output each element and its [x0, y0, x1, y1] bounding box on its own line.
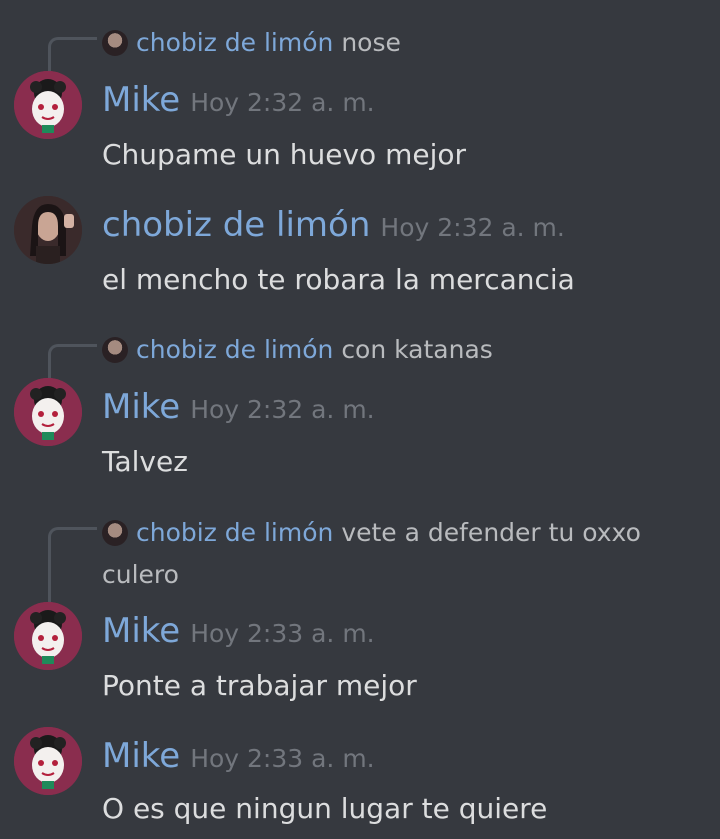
timestamp: Hoy 2:32 a. m. — [190, 395, 375, 424]
timestamp: Hoy 2:32 a. m. — [190, 88, 375, 117]
username[interactable]: Mike Hoy 2:32 a. m. — [102, 80, 375, 120]
username[interactable]: chobiz de limón Hoy 2:32 a. m. — [102, 205, 565, 245]
avatar[interactable] — [14, 602, 82, 670]
avatar[interactable] — [14, 196, 82, 264]
username-label[interactable]: chobiz de limón — [102, 205, 370, 245]
reply-avatar[interactable] — [102, 520, 128, 546]
reply-username[interactable]: chobiz de limón — [136, 28, 333, 57]
reply-snippet: vete a defender tu oxxo — [341, 518, 641, 547]
message-content: Talvez — [102, 445, 188, 478]
reply-preview[interactable]: chobiz de limón vete a defender tu oxxo — [136, 512, 641, 554]
message-content: O es que ningun lugar te quiere — [102, 792, 548, 825]
username-label[interactable]: Mike — [102, 80, 180, 120]
timestamp: Hoy 2:32 a. m. — [380, 213, 565, 242]
reply-preview[interactable]: chobiz de limón con katanas — [136, 329, 493, 371]
reply-snippet: con katanas — [341, 335, 493, 364]
timestamp: Hoy 2:33 a. m. — [190, 619, 375, 648]
avatar[interactable] — [14, 71, 82, 139]
username-label[interactable]: Mike — [102, 387, 180, 427]
username[interactable]: Mike Hoy 2:32 a. m. — [102, 387, 375, 427]
timestamp: Hoy 2:33 a. m. — [190, 744, 375, 773]
reply-snippet-continuation: culero — [102, 560, 179, 589]
reply-username[interactable]: chobiz de limón — [136, 518, 333, 547]
message-content: el mencho te robara la mercancia — [102, 263, 575, 296]
username-label[interactable]: Mike — [102, 611, 180, 651]
reply-avatar[interactable] — [102, 337, 128, 363]
reply-snippet: nose — [341, 28, 401, 57]
reply-username[interactable]: chobiz de limón — [136, 335, 333, 364]
reply-preview[interactable]: chobiz de limón nose — [136, 22, 401, 64]
message-content: Chupame un huevo mejor — [102, 138, 467, 171]
avatar[interactable] — [14, 378, 82, 446]
avatar[interactable] — [14, 727, 82, 795]
username[interactable]: Mike Hoy 2:33 a. m. — [102, 736, 375, 776]
username-label[interactable]: Mike — [102, 736, 180, 776]
reply-avatar[interactable] — [102, 30, 128, 56]
reply-connector — [48, 527, 97, 605]
reply-connector — [48, 37, 97, 74]
username[interactable]: Mike Hoy 2:33 a. m. — [102, 611, 375, 651]
message-content: Ponte a trabajar mejor — [102, 669, 417, 702]
reply-connector — [48, 344, 97, 381]
